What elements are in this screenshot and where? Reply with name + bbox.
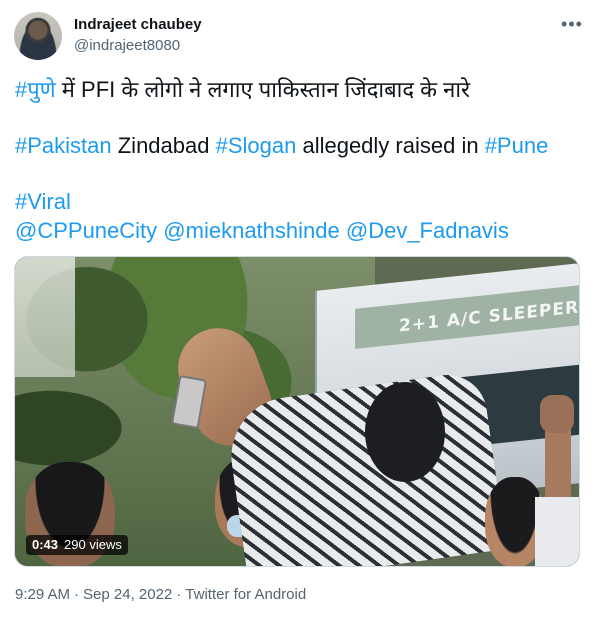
hashtag-pakistan[interactable]: #Pakistan: [15, 133, 112, 158]
tweet-text-line-2: #Pakistan Zindabad #Slogan allegedly rai…: [15, 132, 585, 160]
tweet-date[interactable]: Sep 24, 2022: [83, 586, 172, 603]
tweet-text-line-3: #Viral: [15, 188, 585, 216]
tweet-text-line-1: #पुणे में PFI के लोगो ने लगाए पाकिस्तान …: [15, 76, 585, 104]
video-sky: [15, 257, 75, 377]
hashtag-slogan[interactable]: #Slogan: [216, 133, 297, 158]
more-options-button[interactable]: •••: [560, 12, 584, 36]
video-view-count: 290 views: [64, 537, 122, 552]
tweet-text-allegedly: allegedly raised in: [296, 133, 485, 158]
author-handle[interactable]: @indrajeet8080: [74, 36, 180, 56]
more-horizontal-icon: •••: [561, 13, 583, 34]
author-name[interactable]: Indrajeet chaubey: [74, 15, 202, 35]
hashtag-pune[interactable]: #Pune: [485, 133, 549, 158]
video-duration: 0:43: [32, 537, 59, 552]
tweet-source[interactable]: Twitter for Android: [185, 586, 306, 603]
mention-mieknathshinde[interactable]: @mieknathshinde: [163, 218, 339, 243]
video-person-center-head: [365, 382, 445, 482]
hashtag-viral[interactable]: #Viral: [15, 189, 71, 214]
tweet-metadata: 9:29 AM · Sep 24, 2022 · Twitter for Android: [15, 585, 306, 605]
video-player[interactable]: 2+1 A/C SLEEPER: [14, 256, 580, 567]
meta-separator-1: ·: [74, 586, 80, 603]
video-fist-arm: [545, 427, 571, 497]
video-fist: [540, 395, 574, 433]
video-duration-badge: 0:43 290 views: [26, 535, 128, 555]
tweet-time[interactable]: 9:29 AM: [15, 586, 70, 603]
meta-separator-2: ·: [176, 586, 182, 603]
mention-dev-fadnavis[interactable]: @Dev_Fadnavis: [346, 218, 509, 243]
tweet-text-zindabad: Zindabad: [111, 133, 216, 158]
hashtag-pune-hindi[interactable]: #पुणे: [15, 77, 56, 102]
tweet-card: Indrajeet chaubey @indrajeet8080 ••• #पु…: [0, 0, 597, 622]
avatar[interactable]: [14, 12, 62, 60]
video-white-shirt: [535, 497, 579, 566]
tweet-text-line-4: @CPPuneCity @mieknathshinde @Dev_Fadnavi…: [15, 217, 585, 245]
tweet-text-hindi: में PFI के लोगो ने लगाए पाकिस्तान जिंदाब…: [55, 77, 471, 102]
mention-cppunecity[interactable]: @CPPuneCity: [15, 218, 157, 243]
